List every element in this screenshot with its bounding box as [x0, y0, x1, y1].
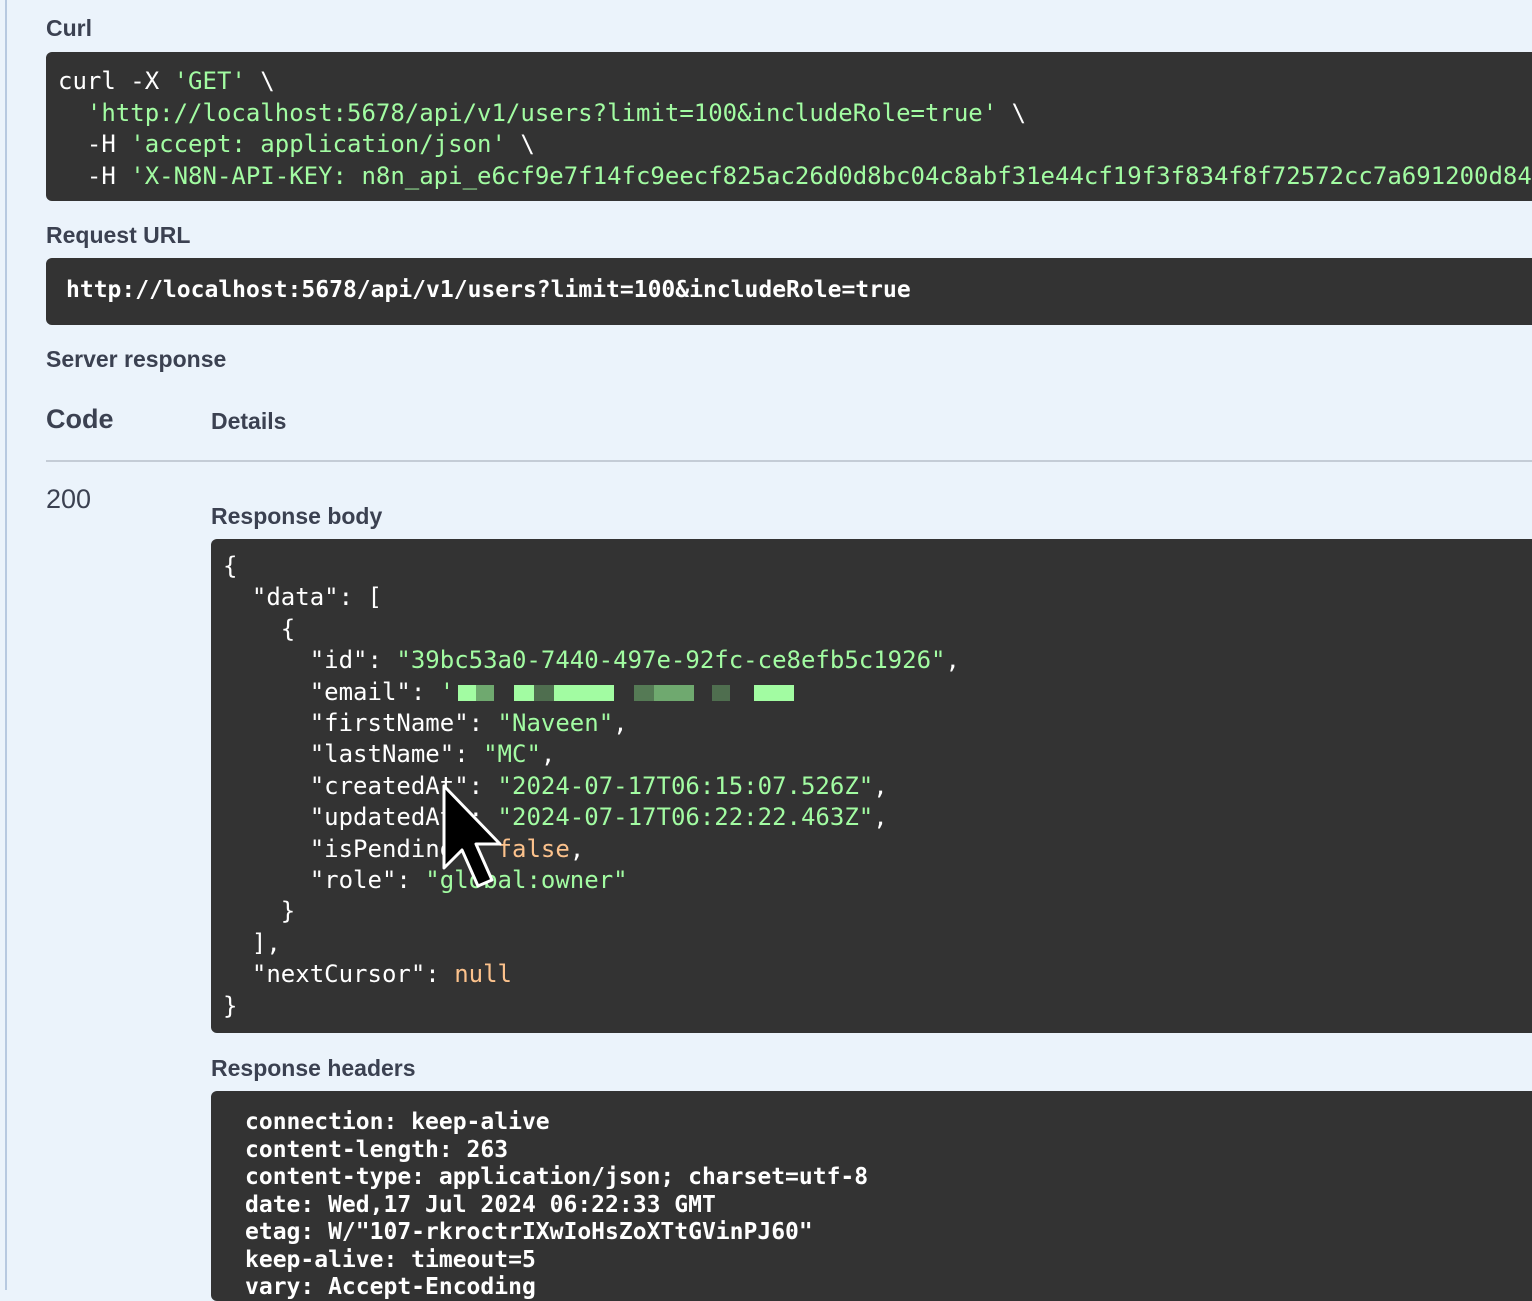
- left-border: [5, 0, 7, 1290]
- json-id-row: "id": "39bc53a0-7440-497e-92fc-ce8efb5c1…: [223, 646, 960, 675]
- curl-line-4: -H 'X-N8N-API-KEY: n8n_api_e6cf9e7f14fc9…: [58, 161, 1532, 190]
- json-ispending-row: "isPending": false,: [223, 834, 585, 863]
- server-response-label: Server response: [46, 346, 227, 372]
- json-nextcursor-row: "nextCursor": null: [223, 960, 512, 989]
- request-url-label: Request URL: [46, 222, 191, 248]
- curl-line-2: 'http://localhost:5678/api/v1/users?limi…: [86, 98, 1027, 127]
- json-email-row: "email": ': [223, 678, 804, 706]
- json-updatedat-row: "updatedAt": "2024-07-17T06:22:22.463Z",: [223, 803, 888, 832]
- mouse-pointer-icon: [442, 784, 502, 888]
- json-createdat-row: "createdAt": "2024-07-17T06:15:07.526Z",: [223, 771, 888, 800]
- response-body-block[interactable]: { "data": [ { "id": "39bc53a0-7440-497e-…: [211, 539, 1532, 1033]
- request-url-value: http://localhost:5678/api/v1/users?limit…: [66, 277, 911, 303]
- header-line: content-length: 263: [245, 1136, 509, 1163]
- header-line: connection: keep-alive: [245, 1109, 550, 1135]
- header-line: content-type: application/json; charset=…: [245, 1164, 869, 1190]
- header-line: keep-alive: timeout=5: [245, 1246, 536, 1273]
- json-firstname-row: "firstName": "Naveen",: [223, 709, 628, 738]
- details-column-header: Details: [211, 408, 287, 434]
- response-body-label: Response body: [211, 503, 383, 529]
- status-code: 200: [46, 484, 92, 514]
- curl-line-1: curl -X 'GET' \: [58, 67, 275, 95]
- table-divider: [46, 460, 1532, 462]
- header-line: date: Wed,17 Jul 2024 06:22:33 GMT: [245, 1191, 716, 1218]
- curl-line-3: -H 'accept: application/json' \: [58, 130, 535, 158]
- response-headers-label: Response headers: [211, 1055, 416, 1081]
- curl-label: Curl: [46, 15, 92, 41]
- request-url-block[interactable]: http://localhost:5678/api/v1/users?limit…: [46, 258, 1532, 325]
- json-role-row: "role": "global:owner": [223, 866, 628, 895]
- header-line: etag: W/"107-rkroctrIXwIoHsZoXTtGVinPJ60…: [245, 1219, 813, 1245]
- curl-command-block[interactable]: curl -X 'GET' \ 'http://localhost:5678/a…: [46, 52, 1532, 201]
- header-line: vary: Accept-Encoding: [245, 1274, 536, 1300]
- redacted-email: [454, 682, 804, 704]
- code-column-header: Code: [46, 404, 114, 434]
- json-lastname-row: "lastName": "MC",: [223, 740, 556, 769]
- response-headers-block[interactable]: connection: keep-alive content-length: 2…: [211, 1091, 1532, 1301]
